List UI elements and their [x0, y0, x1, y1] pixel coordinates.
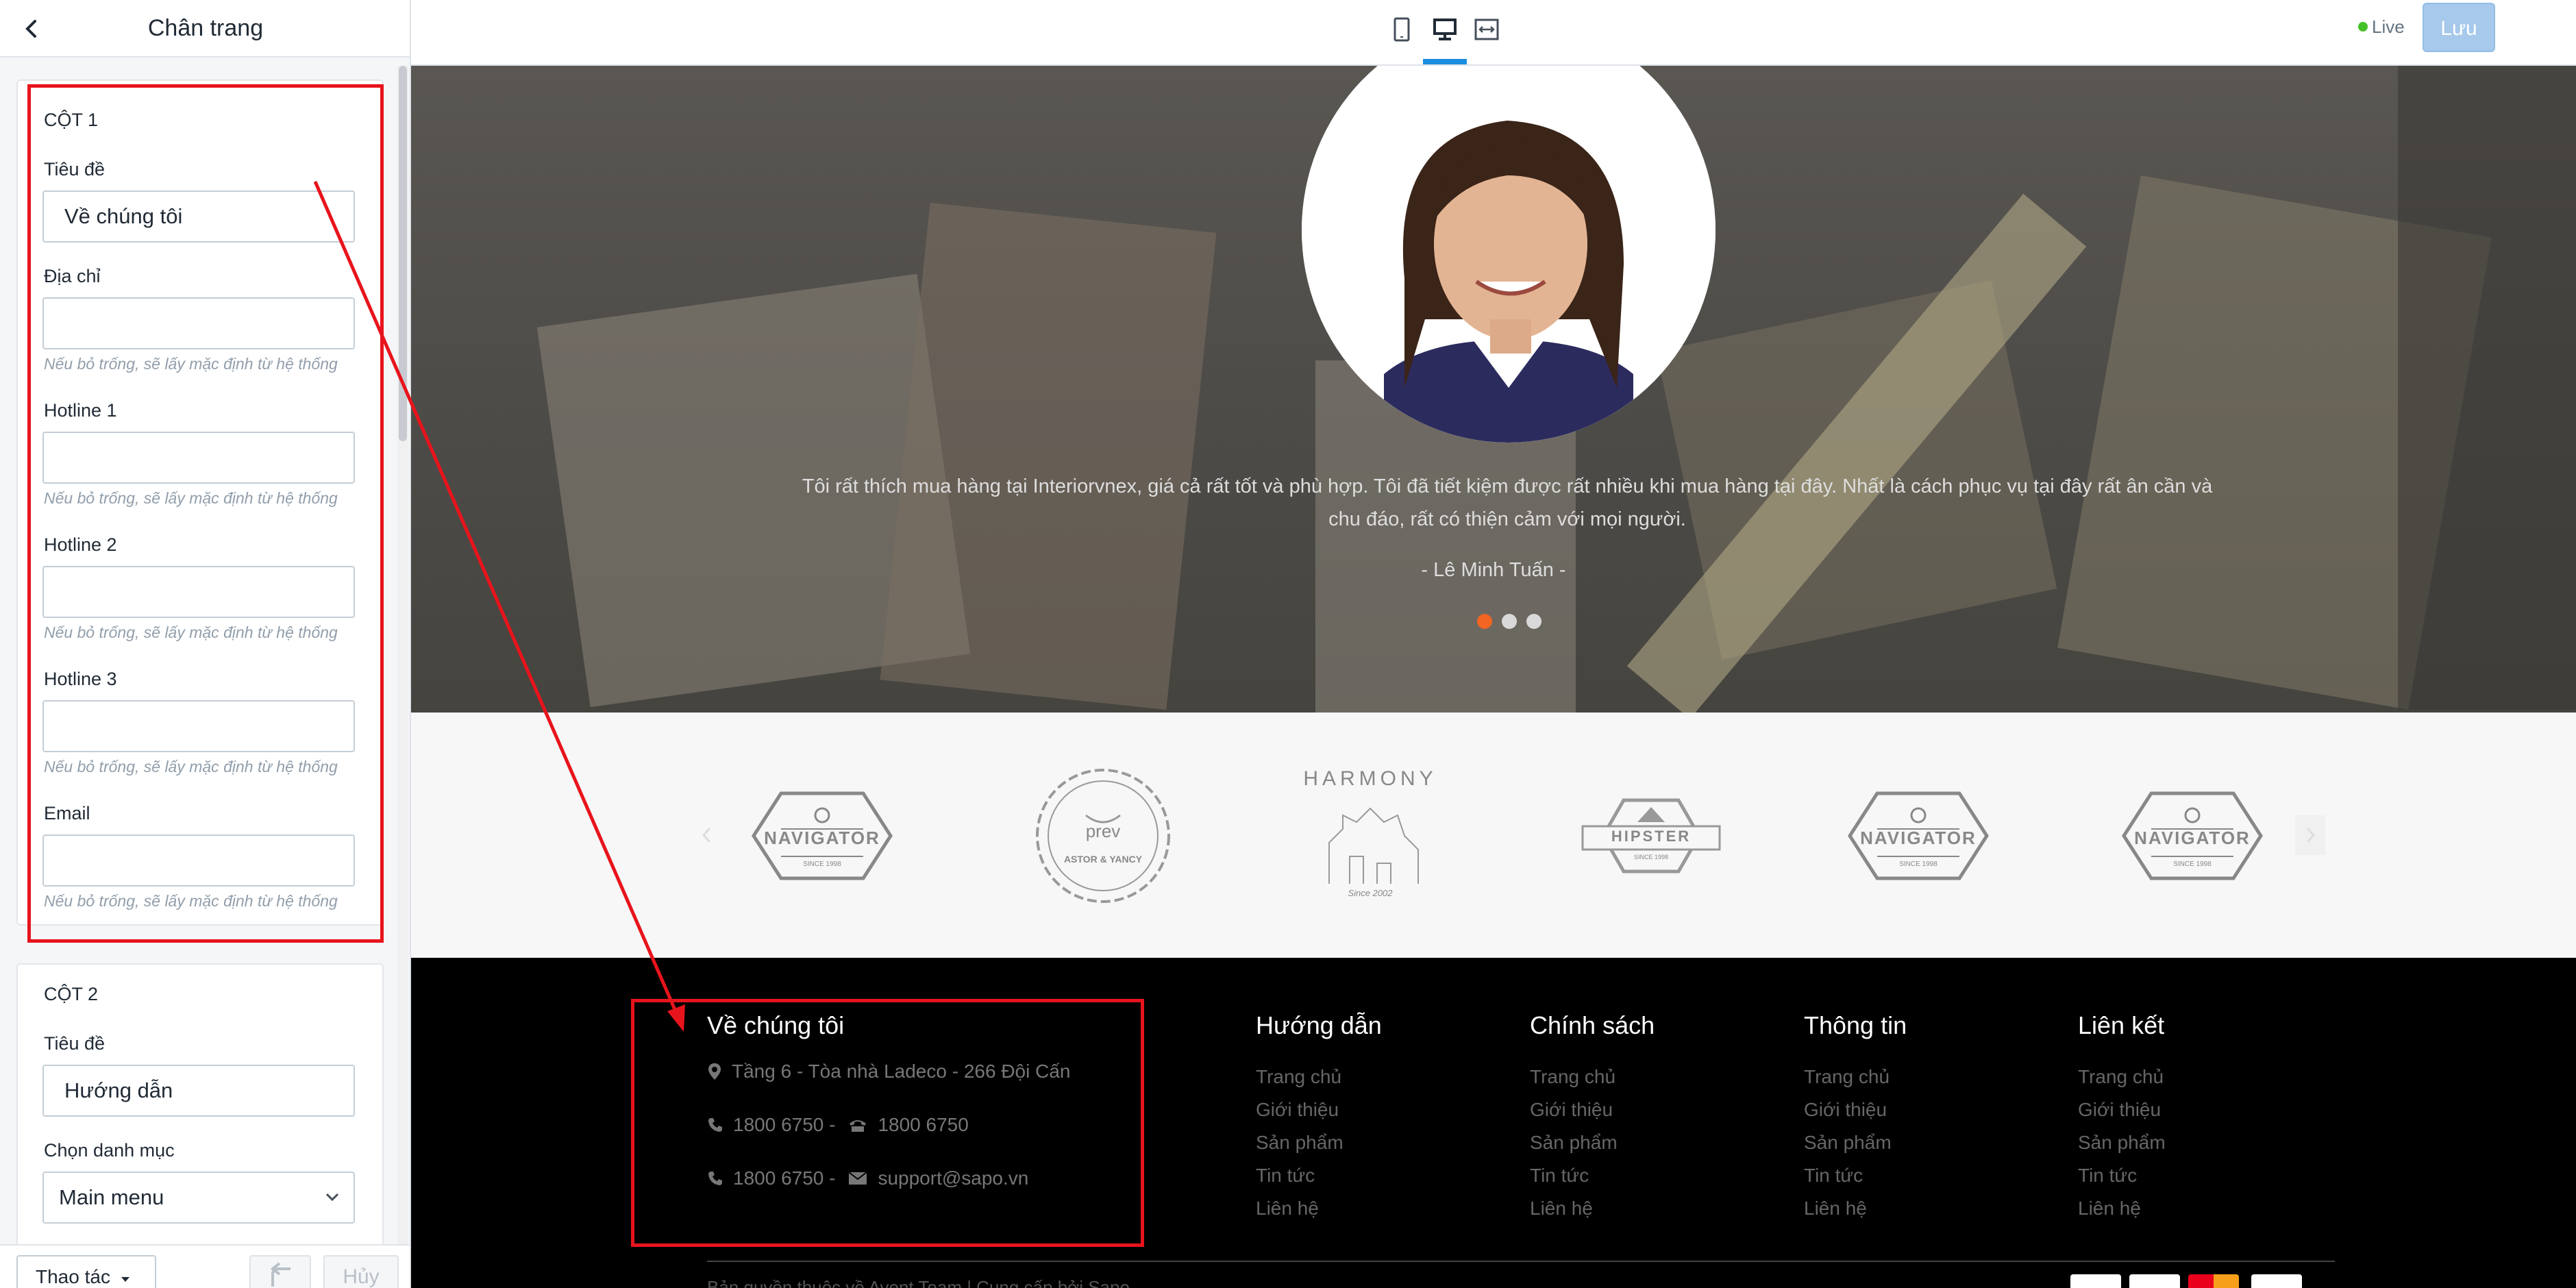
annotation-arrow: [313, 181, 685, 1032]
